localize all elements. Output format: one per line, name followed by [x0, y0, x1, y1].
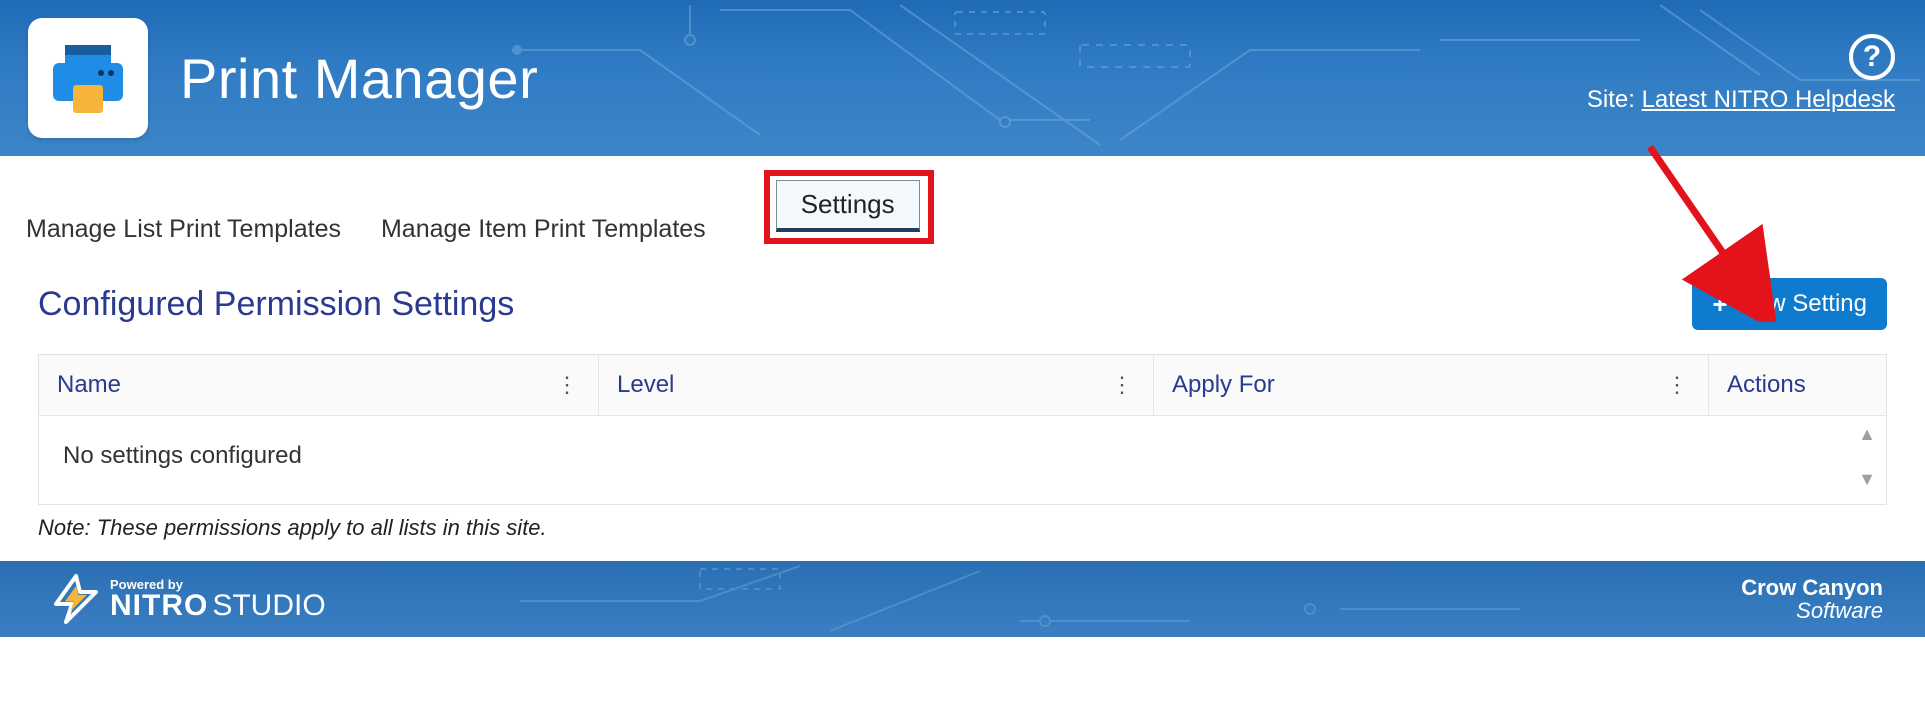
new-setting-button[interactable]: + New Setting: [1692, 278, 1887, 330]
section-header-row: Configured Permission Settings + New Set…: [38, 278, 1887, 330]
permissions-note: Note: These permissions apply to all lis…: [38, 515, 1887, 541]
column-header-actions: Actions: [1709, 355, 1886, 415]
printer-icon: [43, 33, 133, 123]
grid-scroll-arrows: ▲ ▼: [1858, 424, 1876, 490]
tab-settings[interactable]: Settings: [776, 180, 920, 232]
crow-canyon-top: Crow Canyon: [1741, 576, 1883, 599]
nitro-word: NITRO: [110, 589, 208, 622]
app-icon: [28, 18, 148, 138]
scroll-down-icon[interactable]: ▼: [1858, 469, 1876, 490]
tab-manage-list-templates[interactable]: Manage List Print Templates: [26, 215, 341, 244]
site-label-prefix: Site:: [1587, 86, 1642, 113]
column-header-name-label: Name: [57, 371, 121, 399]
header-right-block: ? Site: Latest NITRO Helpdesk: [1587, 34, 1895, 114]
crow-canyon-logo: Crow Canyon Software: [1741, 576, 1883, 622]
permissions-grid: Name ⋮ Level ⋮ Apply For ⋮ Actions No se…: [38, 354, 1887, 505]
tab-strip: Manage List Print Templates Manage Item …: [0, 156, 1925, 254]
column-menu-icon[interactable]: ⋮: [1664, 372, 1690, 398]
new-setting-label: New Setting: [1738, 290, 1867, 318]
app-title: Print Manager: [180, 46, 538, 111]
header-banner: Print Manager ? Site: Latest NITRO Helpd…: [0, 0, 1925, 156]
column-header-apply-label: Apply For: [1172, 371, 1275, 399]
tab-manage-item-templates[interactable]: Manage Item Print Templates: [381, 215, 706, 244]
column-menu-icon[interactable]: ⋮: [1109, 372, 1135, 398]
help-icon[interactable]: ?: [1849, 34, 1895, 80]
plus-icon: +: [1712, 291, 1727, 317]
section-title: Configured Permission Settings: [38, 285, 514, 324]
site-line: Site: Latest NITRO Helpdesk: [1587, 86, 1895, 114]
studio-word: STUDIO: [212, 589, 325, 622]
annotation-highlight-box: Settings: [764, 170, 934, 244]
nitro-studio-logo: Powered by NITROSTUDIO: [54, 574, 326, 624]
nitro-bolt-icon: [54, 574, 98, 624]
footer-bar: Powered by NITROSTUDIO Crow Canyon Softw…: [0, 561, 1925, 637]
column-header-name[interactable]: Name ⋮: [39, 355, 599, 415]
crow-canyon-bottom: Software: [1741, 599, 1883, 622]
column-header-level[interactable]: Level ⋮: [599, 355, 1154, 415]
column-header-actions-label: Actions: [1727, 371, 1806, 399]
grid-body: No settings configured ▲ ▼: [39, 416, 1886, 504]
main-content: Configured Permission Settings + New Set…: [0, 254, 1925, 561]
grid-empty-message: No settings configured: [63, 442, 302, 469]
scroll-up-icon[interactable]: ▲: [1858, 424, 1876, 445]
grid-header-row: Name ⋮ Level ⋮ Apply For ⋮ Actions: [39, 355, 1886, 416]
column-menu-icon[interactable]: ⋮: [554, 372, 580, 398]
site-link[interactable]: Latest NITRO Helpdesk: [1642, 86, 1895, 113]
column-header-level-label: Level: [617, 371, 674, 399]
column-header-apply-for[interactable]: Apply For ⋮: [1154, 355, 1709, 415]
